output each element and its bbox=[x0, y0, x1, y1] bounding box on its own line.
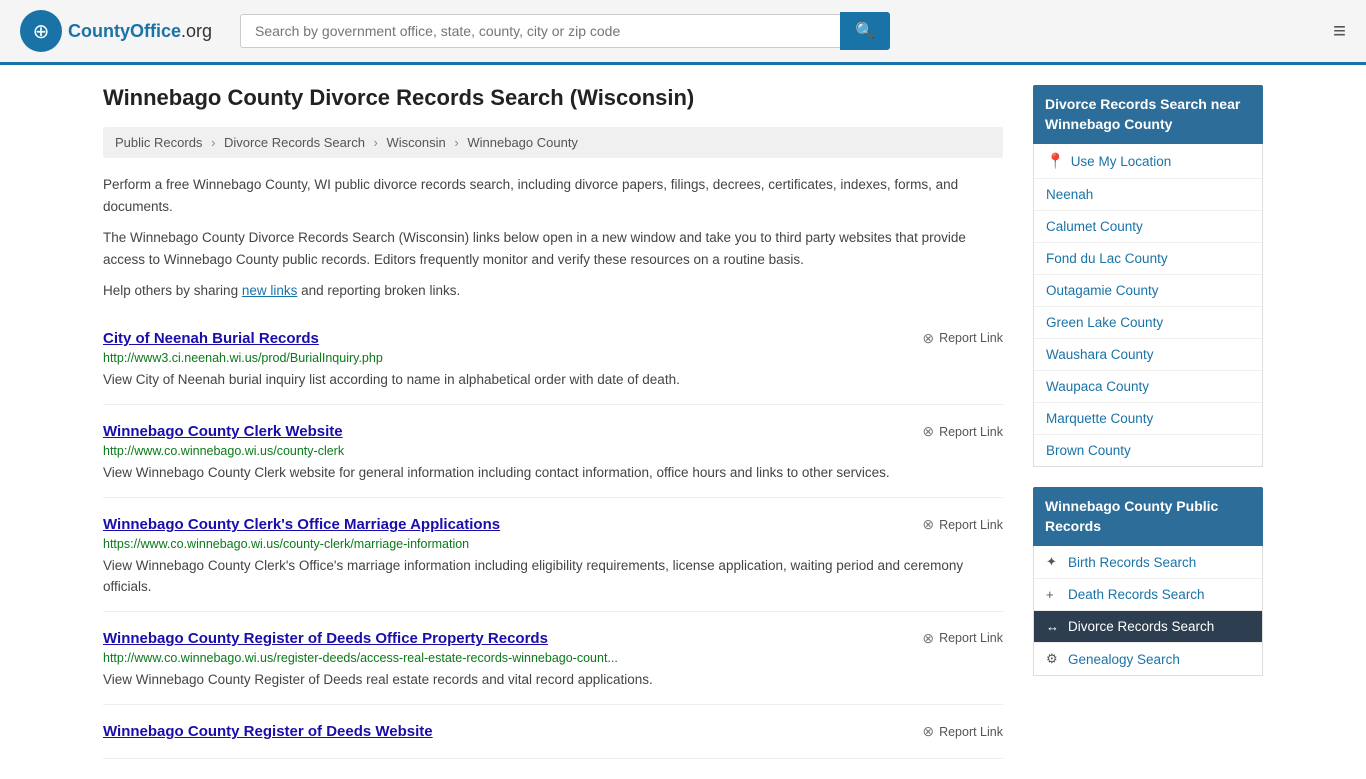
sidebar-nearby-item-4[interactable]: Green Lake County bbox=[1034, 307, 1262, 339]
result-item: Winnebago County Clerk's Office Marriage… bbox=[103, 498, 1003, 612]
description-para2: The Winnebago County Divorce Records Sea… bbox=[103, 227, 1003, 270]
result-desc: View Winnebago County Register of Deeds … bbox=[103, 670, 1003, 690]
sidebar-records-section: Winnebago County Public Records ✦ Birth … bbox=[1033, 487, 1263, 676]
sidebar-nearby-item-5[interactable]: Waushara County bbox=[1034, 339, 1262, 371]
report-icon: ⊗ bbox=[922, 723, 934, 740]
report-link-button[interactable]: ⊗ Report Link bbox=[922, 516, 1003, 533]
result-title-row: Winnebago County Clerk's Office Marriage… bbox=[103, 516, 1003, 533]
menu-button[interactable]: ≡ bbox=[1333, 18, 1346, 44]
result-item: Winnebago County Clerk Website ⊗ Report … bbox=[103, 405, 1003, 498]
report-icon: ⊗ bbox=[922, 630, 934, 647]
breadcrumb-public-records[interactable]: Public Records bbox=[115, 135, 202, 150]
search-input[interactable] bbox=[240, 14, 840, 48]
public-records-items: ✦ Birth Records Search + Death Records S… bbox=[1034, 546, 1262, 675]
sidebar-nearby-item-1[interactable]: Calumet County bbox=[1034, 211, 1262, 243]
result-title-link[interactable]: Winnebago County Register of Deeds Websi… bbox=[103, 723, 433, 740]
sidebar-nearby-heading: Divorce Records Search near Winnebago Co… bbox=[1033, 85, 1263, 144]
result-desc: View Winnebago County Clerk's Office's m… bbox=[103, 556, 1003, 597]
sidebar-nearby-item-3[interactable]: Outagamie County bbox=[1034, 275, 1262, 307]
sidebar-nearby-list: 📍 Use My Location NeenahCalumet CountyFo… bbox=[1033, 144, 1263, 467]
sidebar-record-icon: + bbox=[1046, 587, 1060, 602]
sidebar-records-heading: Winnebago County Public Records bbox=[1033, 487, 1263, 546]
report-icon: ⊗ bbox=[922, 423, 934, 440]
site-header: ⊕ CountyOffice.org 🔍 ≡ bbox=[0, 0, 1366, 65]
result-title-row: Winnebago County Register of Deeds Websi… bbox=[103, 723, 1003, 740]
description-para3: Help others by sharing new links and rep… bbox=[103, 280, 1003, 302]
result-item: Winnebago County Register of Deeds Websi… bbox=[103, 705, 1003, 759]
location-pin-icon: 📍 bbox=[1046, 152, 1065, 170]
sidebar-record-label: Birth Records Search bbox=[1068, 555, 1196, 570]
sidebar-nearby-item-2[interactable]: Fond du Lac County bbox=[1034, 243, 1262, 275]
result-title-link[interactable]: Winnebago County Clerk Website bbox=[103, 423, 343, 440]
report-link-label: Report Link bbox=[939, 631, 1003, 645]
result-item: City of Neenah Burial Records ⊗ Report L… bbox=[103, 312, 1003, 405]
main-container: Winnebago County Divorce Records Search … bbox=[83, 65, 1283, 779]
result-url: https://www.co.winnebago.wi.us/county-cl… bbox=[103, 537, 1003, 551]
new-links-link[interactable]: new links bbox=[242, 283, 298, 298]
sidebar-record-item-1[interactable]: + Death Records Search bbox=[1034, 579, 1262, 611]
result-desc: View City of Neenah burial inquiry list … bbox=[103, 370, 1003, 390]
sidebar-nearby-item-6[interactable]: Waupaca County bbox=[1034, 371, 1262, 403]
breadcrumb-county[interactable]: Winnebago County bbox=[467, 135, 578, 150]
sidebar-nearby-section: Divorce Records Search near Winnebago Co… bbox=[1033, 85, 1263, 467]
logo-text: CountyOffice.org bbox=[68, 21, 212, 42]
content-area: Winnebago County Divorce Records Search … bbox=[103, 85, 1003, 759]
sidebar-record-item-0[interactable]: ✦ Birth Records Search bbox=[1034, 546, 1262, 579]
result-url: http://www3.ci.neenah.wi.us/prod/BurialI… bbox=[103, 351, 1003, 365]
use-location-label: Use My Location bbox=[1071, 154, 1172, 169]
report-link-label: Report Link bbox=[939, 425, 1003, 439]
report-link-button[interactable]: ⊗ Report Link bbox=[922, 423, 1003, 440]
sidebar-record-label: Death Records Search bbox=[1068, 587, 1205, 602]
description-para1: Perform a free Winnebago County, WI publ… bbox=[103, 174, 1003, 217]
sidebar-record-item-3[interactable]: ⚙ Genealogy Search bbox=[1034, 643, 1262, 675]
search-bar: 🔍 bbox=[240, 12, 890, 50]
results-list: City of Neenah Burial Records ⊗ Report L… bbox=[103, 312, 1003, 759]
use-location-item[interactable]: 📍 Use My Location bbox=[1034, 144, 1262, 179]
result-desc: View Winnebago County Clerk website for … bbox=[103, 463, 1003, 483]
sidebar: Divorce Records Search near Winnebago Co… bbox=[1033, 85, 1263, 759]
report-link-label: Report Link bbox=[939, 518, 1003, 532]
report-icon: ⊗ bbox=[922, 516, 934, 533]
sidebar-record-item-2[interactable]: ↔ Divorce Records Search bbox=[1034, 611, 1262, 643]
result-title-link[interactable]: Winnebago County Register of Deeds Offic… bbox=[103, 630, 548, 647]
sidebar-record-label: Genealogy Search bbox=[1068, 652, 1180, 667]
report-icon: ⊗ bbox=[922, 330, 934, 347]
nearby-items: NeenahCalumet CountyFond du Lac CountyOu… bbox=[1034, 179, 1262, 466]
page-title: Winnebago County Divorce Records Search … bbox=[103, 85, 1003, 111]
sidebar-record-icon: ⚙ bbox=[1046, 651, 1060, 667]
search-button[interactable]: 🔍 bbox=[840, 12, 890, 50]
report-link-button[interactable]: ⊗ Report Link bbox=[922, 630, 1003, 647]
report-link-label: Report Link bbox=[939, 331, 1003, 345]
sidebar-record-icon: ↔ bbox=[1046, 619, 1060, 634]
logo-icon: ⊕ bbox=[20, 10, 62, 52]
sidebar-record-label: Divorce Records Search bbox=[1068, 619, 1214, 634]
report-link-button[interactable]: ⊗ Report Link bbox=[922, 723, 1003, 740]
sidebar-nearby-item-8[interactable]: Brown County bbox=[1034, 435, 1262, 466]
sidebar-nearby-item-0[interactable]: Neenah bbox=[1034, 179, 1262, 211]
result-title-row: City of Neenah Burial Records ⊗ Report L… bbox=[103, 330, 1003, 347]
sidebar-nearby-item-7[interactable]: Marquette County bbox=[1034, 403, 1262, 435]
report-link-label: Report Link bbox=[939, 725, 1003, 739]
result-url: http://www.co.winnebago.wi.us/county-cle… bbox=[103, 444, 1003, 458]
result-title-row: Winnebago County Register of Deeds Offic… bbox=[103, 630, 1003, 647]
logo-area[interactable]: ⊕ CountyOffice.org bbox=[20, 10, 220, 52]
sidebar-records-list: ✦ Birth Records Search + Death Records S… bbox=[1033, 546, 1263, 676]
report-link-button[interactable]: ⊗ Report Link bbox=[922, 330, 1003, 347]
result-url: http://www.co.winnebago.wi.us/register-d… bbox=[103, 651, 1003, 665]
breadcrumb-state[interactable]: Wisconsin bbox=[387, 135, 446, 150]
result-title-link[interactable]: City of Neenah Burial Records bbox=[103, 330, 319, 347]
breadcrumb: Public Records › Divorce Records Search … bbox=[103, 127, 1003, 158]
sidebar-record-icon: ✦ bbox=[1046, 554, 1060, 570]
result-title-row: Winnebago County Clerk Website ⊗ Report … bbox=[103, 423, 1003, 440]
result-item: Winnebago County Register of Deeds Offic… bbox=[103, 612, 1003, 705]
breadcrumb-divorce-records[interactable]: Divorce Records Search bbox=[224, 135, 365, 150]
result-title-link[interactable]: Winnebago County Clerk's Office Marriage… bbox=[103, 516, 500, 533]
